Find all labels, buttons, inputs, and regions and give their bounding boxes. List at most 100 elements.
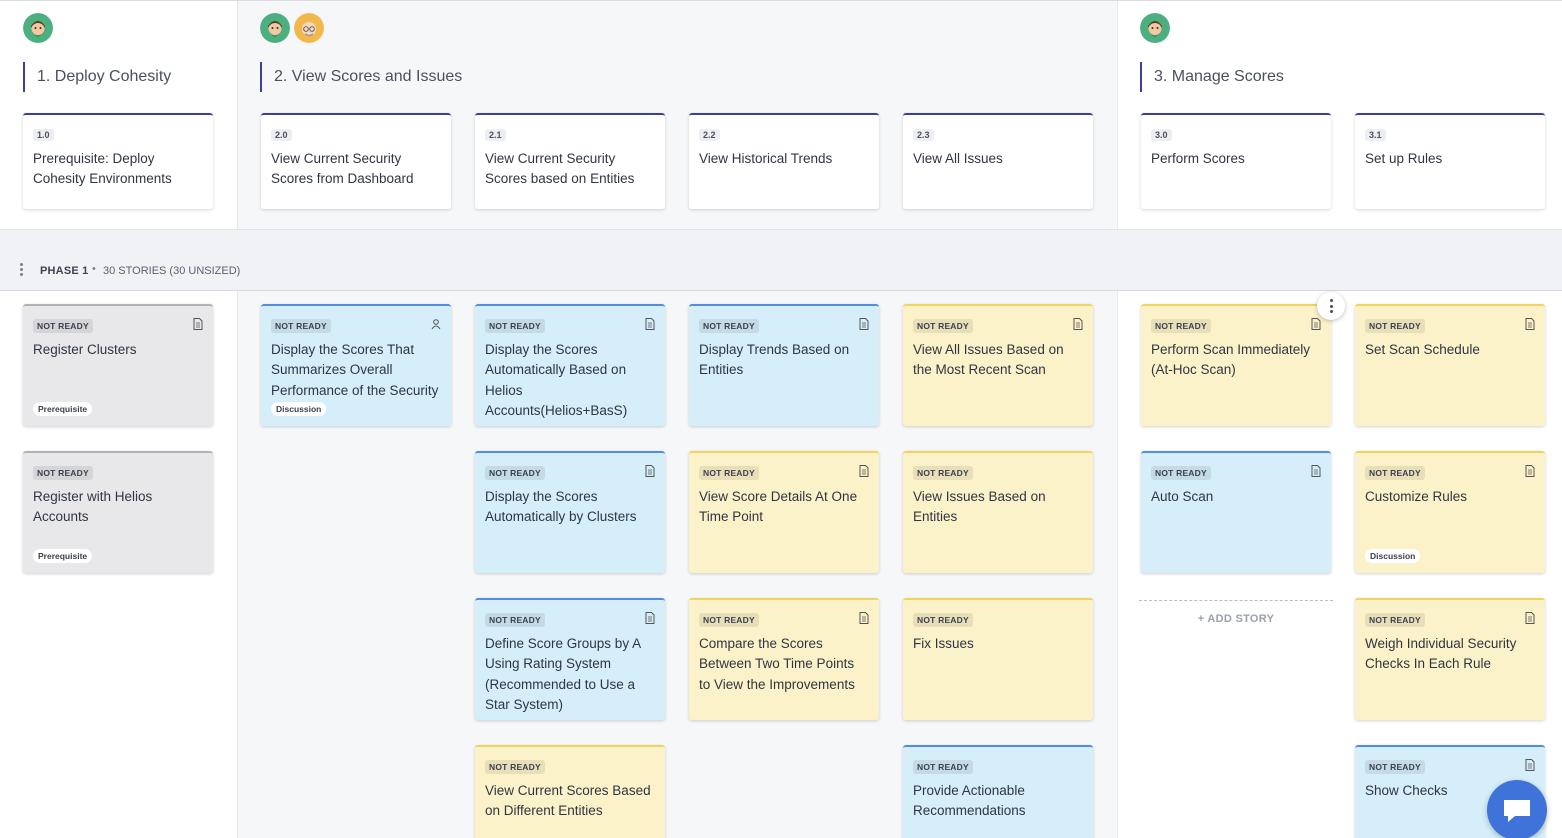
story-title: Display the Scores Automatically Based o… [485, 342, 628, 418]
story-card[interactable]: NOT READY Register Clusters Prerequisite [23, 304, 213, 426]
story-card[interactable]: NOT READY Display the Scores Automatical… [475, 304, 665, 426]
status-badge: NOT READY [913, 613, 973, 627]
doc-icon [1311, 465, 1321, 477]
step-title: Prerequisite: Deploy Cohesity Environmen… [33, 151, 172, 186]
story-card[interactable]: NOT READY Display the Scores Automatical… [475, 451, 665, 573]
story-title: Fix Issues [913, 636, 974, 651]
story-card[interactable]: NOT READY View Issues Based on Entities [903, 451, 1093, 573]
step-card[interactable]: 3.0 Perform Scores [1141, 113, 1331, 209]
story-title: Register Clusters [33, 342, 137, 357]
story-card[interactable]: NOT READY View Score Details At One Time… [689, 451, 879, 573]
story-card[interactable]: NOT READY Auto Scan [1141, 451, 1331, 573]
story-card[interactable]: NOT READY View All Issues Based on the M… [903, 304, 1093, 426]
story-title: Perform Scan Immediately (At-Hoc Scan) [1151, 342, 1311, 378]
story-title: Customize Rules [1365, 489, 1468, 504]
card-menu-icon[interactable] [1317, 292, 1345, 320]
phase-separator: • [92, 263, 96, 275]
step-card[interactable]: 1.0 Prerequisite: Deploy Cohesity Enviro… [23, 113, 213, 209]
status-badge: NOT READY [913, 760, 973, 774]
step-number: 1.0 [33, 129, 54, 141]
status-badge: NOT READY [699, 466, 759, 480]
story-card[interactable]: NOT READY Register with Helios Accounts … [23, 451, 213, 573]
story-card[interactable]: NOT READY Perform Scan Immediately (At-H… [1141, 304, 1331, 426]
avatar[interactable] [23, 13, 53, 43]
status-badge: NOT READY [33, 319, 93, 333]
doc-icon [1073, 318, 1083, 330]
step-number: 2.0 [271, 129, 292, 141]
story-title: Display the Scores Automatically by Clus… [485, 489, 637, 525]
story-title: Set Scan Schedule [1365, 342, 1480, 357]
story-card[interactable]: NOT READY Fix Issues [903, 598, 1093, 720]
story-title: View Current Scores Based on Different E… [485, 783, 651, 819]
doc-icon [1311, 318, 1321, 330]
step-card[interactable]: 2.1 View Current Security Scores based o… [475, 113, 665, 209]
activity-heading[interactable]: 1. Deploy Cohesity [23, 62, 171, 92]
phase-title[interactable]: PHASE 1 [40, 265, 88, 277]
step-title: Set up Rules [1365, 151, 1443, 166]
step-number: 3.0 [1151, 129, 1172, 141]
status-badge: NOT READY [485, 613, 545, 627]
story-card[interactable]: NOT READY Define Score Groups by A Using… [475, 598, 665, 720]
step-title: View Current Security Scores based on En… [485, 151, 635, 186]
step-title: View All Issues [913, 151, 1003, 166]
doc-icon [1525, 612, 1535, 624]
story-card[interactable]: NOT READY Provide Actionable Recommendat… [903, 745, 1093, 838]
status-badge: NOT READY [485, 760, 545, 774]
status-badge: NOT READY [271, 319, 331, 333]
step-number: 2.3 [913, 129, 934, 141]
story-title: Auto Scan [1151, 489, 1214, 504]
story-card[interactable]: NOT READY Set Scan Schedule [1355, 304, 1545, 426]
status-badge: NOT READY [699, 613, 759, 627]
story-title: View All Issues Based on the Most Recent… [913, 342, 1064, 378]
add-story-divider [1139, 600, 1333, 601]
step-title: View Historical Trends [699, 151, 833, 166]
phase-menu-icon[interactable] [19, 263, 25, 279]
story-title: Display the Scores That Summarizes Overa… [271, 342, 439, 398]
status-badge: NOT READY [699, 319, 759, 333]
doc-icon [859, 465, 869, 477]
step-card[interactable]: 3.1 Set up Rules [1355, 113, 1545, 209]
story-card[interactable]: NOT READY Weigh Individual Security Chec… [1355, 598, 1545, 720]
add-story-button[interactable]: + ADD STORY [1139, 613, 1333, 625]
doc-icon [859, 318, 869, 330]
story-card[interactable]: NOT READY Display the Scores That Summar… [261, 304, 451, 426]
story-card[interactable]: NOT READY Compare the Scores Between Two… [689, 598, 879, 720]
step-card[interactable]: 2.0 View Current Security Scores from Da… [261, 113, 451, 209]
status-badge: NOT READY [1151, 319, 1211, 333]
avatar[interactable] [1140, 13, 1170, 43]
step-number: 3.1 [1365, 129, 1386, 141]
step-title: Perform Scores [1151, 151, 1245, 166]
story-title: Weigh Individual Security Checks In Each… [1365, 636, 1517, 672]
activity-heading[interactable]: 3. Manage Scores [1140, 62, 1284, 92]
status-badge: NOT READY [1151, 466, 1211, 480]
story-title: Compare the Scores Between Two Time Poin… [699, 636, 855, 692]
story-tag: Prerequisite [33, 402, 93, 416]
user-icon [431, 318, 441, 330]
story-card[interactable]: NOT READY Customize Rules Discussion [1355, 451, 1545, 573]
step-card[interactable]: 2.3 View All Issues [903, 113, 1093, 209]
doc-icon [1525, 465, 1535, 477]
story-tag: Discussion [271, 402, 327, 416]
step-number: 2.1 [485, 129, 506, 141]
phase-bar [0, 230, 1562, 291]
chat-icon [1504, 800, 1530, 822]
status-badge: NOT READY [1365, 613, 1425, 627]
story-tag: Discussion [1365, 549, 1421, 563]
avatar[interactable] [260, 13, 290, 43]
status-badge: NOT READY [913, 466, 973, 480]
step-card[interactable]: 2.2 View Historical Trends [689, 113, 879, 209]
activity-heading[interactable]: 2. View Scores and Issues [260, 62, 462, 92]
step-number: 2.2 [699, 129, 720, 141]
chat-button[interactable] [1487, 780, 1547, 838]
story-title: View Issues Based on Entities [913, 489, 1046, 525]
story-title: Register with Helios Accounts [33, 489, 153, 525]
doc-icon [645, 612, 655, 624]
story-card[interactable]: NOT READY View Current Scores Based on D… [475, 745, 665, 838]
avatar[interactable] [294, 13, 324, 43]
story-card[interactable]: NOT READY Display Trends Based on Entiti… [689, 304, 879, 426]
doc-icon [645, 318, 655, 330]
status-badge: NOT READY [1365, 466, 1425, 480]
story-title: Display Trends Based on Entities [699, 342, 850, 378]
status-badge: NOT READY [33, 466, 93, 480]
doc-icon [859, 612, 869, 624]
